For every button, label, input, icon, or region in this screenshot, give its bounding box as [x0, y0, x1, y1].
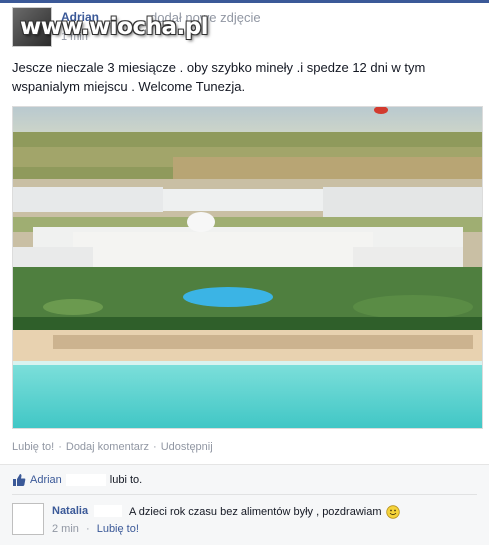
action-separator: · — [58, 441, 62, 453]
comment-author[interactable]: Natalia — [52, 505, 88, 517]
divider — [12, 494, 477, 495]
likes-suffix: lubi to. — [109, 474, 143, 486]
thumbs-up-icon — [13, 474, 26, 486]
post-photo[interactable] — [12, 106, 483, 429]
comment-like-link[interactable]: Lubię to! — [97, 523, 139, 535]
post-actions: Lubię to! · Dodaj komentarz · Udostępnij — [12, 441, 213, 453]
resort-photo-illustration — [13, 107, 482, 428]
meta-separator: · — [85, 523, 90, 535]
comment-text: A dzieci rok czasu bez alimentów były , … — [129, 506, 382, 518]
feedback-section: Adrian lubi to. Natalia A dzieci rok cza… — [0, 464, 489, 545]
comment-link[interactable]: Dodaj komentarz — [66, 441, 149, 453]
redacted-surname — [94, 505, 122, 517]
likes-summary: Adrian lubi to. — [12, 473, 142, 487]
comment-meta: 2 min · Lubię to! — [52, 523, 139, 535]
liker-name[interactable]: Adrian — [30, 474, 62, 486]
post-header: Adrian dodał nowe zdjęcie 1 min www.wioc… — [0, 3, 489, 49]
comment-text-row: A dzieci rok czasu bez alimentów były , … — [129, 505, 400, 519]
smiley-icon — [385, 505, 400, 519]
like-link[interactable]: Lubię to! — [12, 441, 54, 453]
post-text: Jescze nieczale 3 miesiącze . oby szybko… — [12, 60, 426, 94]
redacted-name — [65, 474, 106, 486]
commenter-avatar[interactable] — [12, 503, 44, 535]
action-separator: · — [153, 441, 157, 453]
comment-time[interactable]: 2 min — [52, 523, 79, 535]
watermark: www.wiocha.pl — [20, 14, 209, 40]
share-link[interactable]: Udostępnij — [161, 441, 213, 453]
